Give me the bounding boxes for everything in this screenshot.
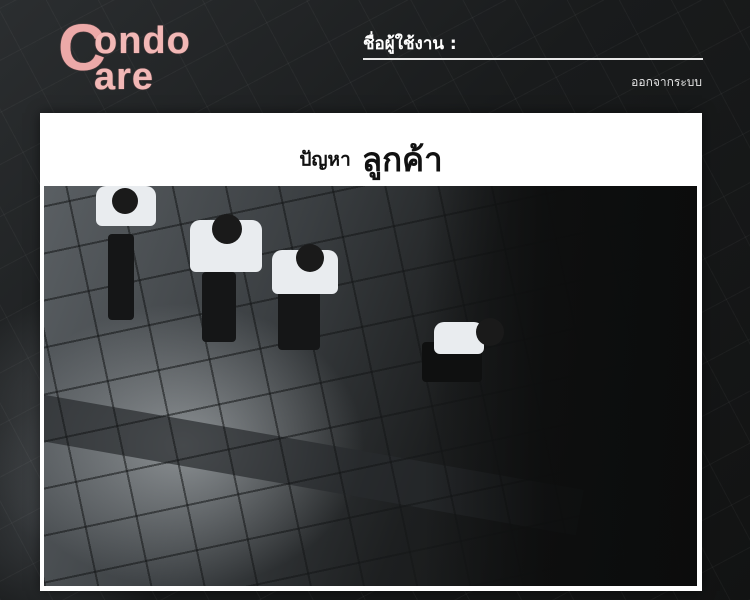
username-label-text: ชื่อผู้ใช้งาน : [363,34,457,54]
logo-line-2: are [94,56,155,98]
main-panel: ปัญหา ลูกค้า [40,113,702,591]
page-title-main: ลูกค้า [361,140,443,179]
logout-link[interactable]: ออกจากระบบ [631,73,702,92]
person-figure [92,186,162,326]
username-underline [363,58,703,60]
person-figure [266,244,344,354]
person-figure [422,318,518,388]
condo-care-logo[interactable]: C ondo are [58,14,218,98]
page-title-prefix: ปัญหา [299,148,351,171]
username-label: ชื่อผู้ใช้งาน : [363,30,457,57]
page-title: ปัญหา ลูกค้า [40,133,702,186]
logo-line-1: ondo [94,20,191,62]
person-figure [184,214,266,344]
content-photo [44,186,697,586]
